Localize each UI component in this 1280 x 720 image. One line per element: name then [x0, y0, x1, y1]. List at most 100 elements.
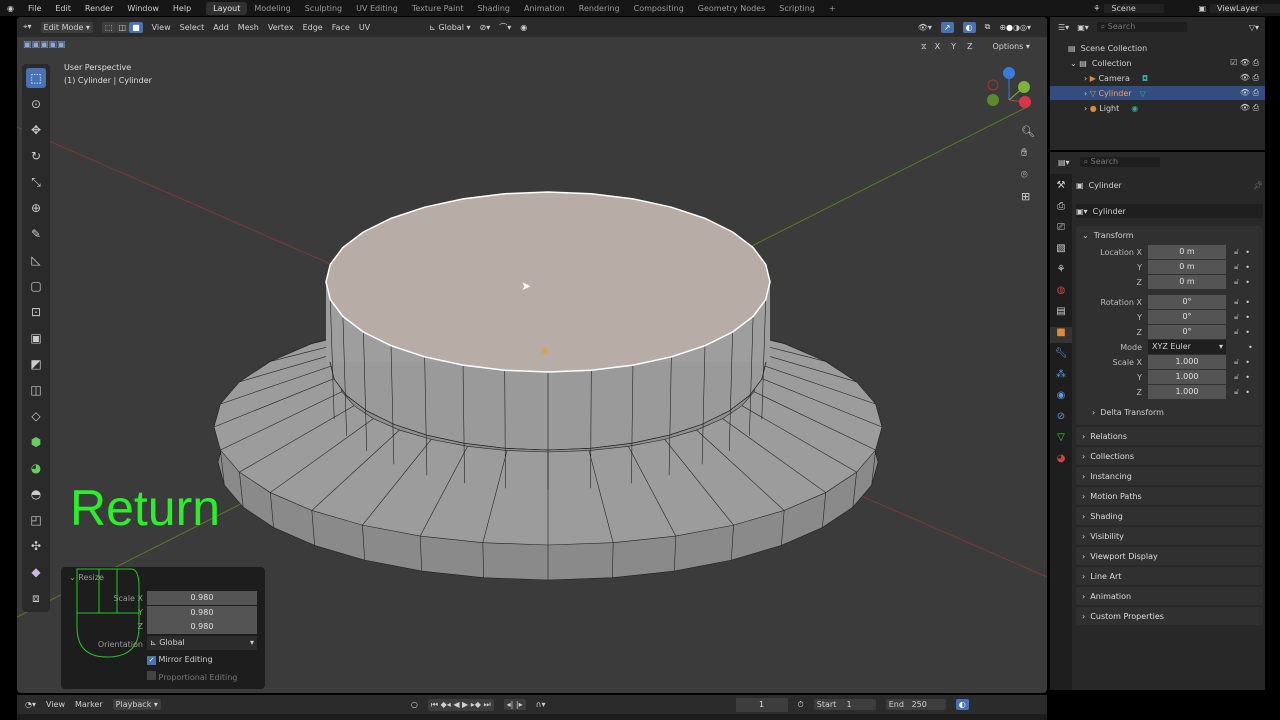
menu-edge[interactable]: Edge	[303, 23, 323, 32]
row-visibility-icons[interactable]: 👁︎ ⎙	[1240, 73, 1265, 83]
keyframe-dot-icon[interactable]: •	[1245, 388, 1250, 397]
row-visibility-icons[interactable]: 👁︎ ⎙	[1240, 88, 1265, 98]
mirror-x[interactable]: X	[931, 41, 944, 52]
transform-value-field[interactable]: 1.000	[1148, 355, 1226, 369]
lock-icon[interactable]: 🔓︎	[1234, 262, 1239, 272]
filter-view-icon[interactable]: ▣▾	[1077, 23, 1089, 32]
transform-value-field[interactable]: 1.000	[1148, 370, 1226, 384]
physics-tab-icon[interactable]: ◉	[1057, 390, 1066, 406]
lock-icon[interactable]: 🔓︎	[1234, 327, 1239, 337]
particles-tab-icon[interactable]: ⁂	[1056, 369, 1066, 385]
keyframe-nav[interactable]: ◂| |▸	[503, 699, 526, 710]
xray-icon[interactable]: ⧉	[985, 22, 991, 32]
rotation-mode-select[interactable]: XYZ Euler ▾	[1148, 340, 1226, 354]
mirror-y[interactable]: Y	[948, 41, 959, 52]
transform-value-field[interactable]: 0 m	[1148, 275, 1226, 289]
tab-rendering[interactable]: Rendering	[572, 4, 627, 13]
panel-header[interactable]: › Collections	[1076, 447, 1263, 465]
timeline-menu-view[interactable]: View	[46, 700, 65, 709]
3d-viewport[interactable]: ✶ ➤ ⌖▾ Edit Mode ▾ ⬚ ◫ ■ View Select Add Me…	[17, 17, 1047, 693]
transform-value-field[interactable]: 0°	[1148, 325, 1226, 339]
scene-tab-icon[interactable]: ⚘	[1057, 264, 1066, 280]
output-tab-icon[interactable]: ⎚	[1057, 222, 1065, 238]
keyframe-dot-icon[interactable]: •	[1245, 373, 1250, 382]
keyframe-dot-icon[interactable]: •	[1245, 328, 1250, 337]
add-workspace-button[interactable]: +	[822, 4, 843, 13]
panel-header[interactable]: › Shading	[1076, 507, 1263, 525]
cursor-icon[interactable]: ⊙	[26, 94, 46, 114]
tab-shading[interactable]: Shading	[470, 4, 517, 13]
overlay-toggle-icon[interactable]: ◐	[962, 21, 976, 33]
auto-keying-icon[interactable]: ○	[411, 700, 418, 709]
collection-row[interactable]: ⌄ ▤ Collection ☑ 👁︎ ⎙	[1050, 56, 1265, 70]
tab-geometry-nodes[interactable]: Geometry Nodes	[691, 4, 772, 13]
pin-icon[interactable]: 📌︎	[1253, 181, 1263, 190]
tab-sculpting[interactable]: Sculpting	[298, 4, 349, 13]
material-tab-icon[interactable]: ◕	[1057, 453, 1066, 469]
view-layer-icon[interactable]: ▣	[1194, 4, 1210, 13]
tab-compositing[interactable]: Compositing	[627, 4, 691, 13]
menu-render[interactable]: Render	[78, 4, 120, 13]
lock-icon[interactable]: 🔓︎	[1234, 297, 1239, 307]
editor-type-icon[interactable]: ⌖▾	[23, 22, 32, 32]
mode-dropdown[interactable]: Edit Mode ▾	[40, 21, 93, 33]
mirror-editing-checkbox[interactable]: ✓ Mirror Editing	[147, 655, 213, 665]
modifier-tab-icon[interactable]: 🔧︎	[1055, 348, 1068, 364]
panel-header[interactable]: › Viewport Display	[1076, 547, 1263, 565]
lock-icon[interactable]: 🔓︎	[1234, 247, 1239, 257]
filter-icon[interactable]: ▽▾	[1249, 23, 1265, 32]
panel-header[interactable]: › Instancing	[1076, 467, 1263, 485]
properties-search[interactable]: ⌕ Search	[1079, 157, 1160, 167]
orientation-select[interactable]: ⊾ Global ▾	[147, 636, 257, 650]
shear-icon[interactable]: ◆	[26, 562, 46, 582]
sync-icon[interactable]: ◐	[955, 699, 969, 710]
object-name-field[interactable]: ▣▾ Cylinder	[1076, 204, 1263, 218]
end-frame-field[interactable]: End 250	[885, 699, 946, 710]
camera-view-icon[interactable]: ⌾	[1021, 168, 1035, 182]
tab-layout[interactable]: Layout	[206, 1, 248, 15]
keyframe-dot-icon[interactable]: •	[1245, 358, 1250, 367]
timeline-menu-marker[interactable]: Marker	[75, 700, 103, 709]
current-frame-field[interactable]: 1	[735, 697, 788, 712]
transform-value-field[interactable]: 1.000	[1148, 385, 1226, 399]
object-tab-icon[interactable]: ■	[1050, 327, 1072, 343]
panel-header[interactable]: › Visibility	[1076, 527, 1263, 545]
face-select-icon[interactable]: ■	[129, 21, 143, 33]
scale-z-field[interactable]: 0.980	[147, 620, 257, 634]
vertex-select-icon[interactable]: ⬚	[101, 21, 116, 33]
proportional-icon[interactable]: ◉	[520, 23, 527, 32]
scale-x-field[interactable]: 0.980	[147, 591, 257, 605]
gizmo-toggle-icon[interactable]: ↗	[940, 21, 954, 33]
rotate-icon[interactable]: ↻	[26, 146, 46, 166]
transform-value-field[interactable]: 0 m	[1148, 260, 1226, 274]
lock-icon[interactable]: 🔓︎	[1234, 372, 1239, 382]
keyframe-dot-icon[interactable]: •	[1245, 248, 1250, 257]
rip-icon[interactable]: ⧈	[26, 588, 46, 608]
row-visibility-icons[interactable]: 👁︎ ⎙	[1240, 103, 1265, 113]
options-dropdown[interactable]: Options ▾	[992, 42, 1029, 51]
outliner-search[interactable]: ⌕ Search	[1096, 22, 1187, 32]
scale-y-field[interactable]: 0.980	[147, 606, 257, 620]
outliner-item-camera[interactable]: › ▶ Camera ◘ 👁︎ ⎙	[1050, 71, 1265, 85]
smooth-icon[interactable]: ◓	[26, 484, 46, 504]
menu-file[interactable]: File	[21, 4, 48, 13]
stopwatch-icon[interactable]: ⏱	[798, 700, 804, 710]
keyframe-dot-icon[interactable]: •	[1248, 343, 1253, 352]
keyframe-dot-icon[interactable]: •	[1245, 298, 1250, 307]
snap-icon[interactable]: ⌒▾	[499, 22, 511, 33]
mirror-z[interactable]: Z	[964, 41, 976, 52]
panel-header[interactable]: › Animation	[1076, 587, 1263, 605]
ortho-grid-icon[interactable]: ⊞	[1021, 190, 1035, 203]
menu-window[interactable]: Window	[120, 4, 166, 13]
panel-header[interactable]: › Line Art	[1076, 567, 1263, 585]
world-tab-icon[interactable]: ◍	[1057, 285, 1066, 301]
collection-tab-icon[interactable]: ▤	[1056, 306, 1065, 322]
menu-help[interactable]: Help	[166, 4, 198, 13]
constraints-tab-icon[interactable]: ⊘	[1057, 411, 1065, 427]
knife-icon[interactable]: ◇	[26, 406, 46, 426]
lock-icon[interactable]: 🔓︎	[1234, 277, 1239, 287]
add-cube-icon[interactable]: ▢	[26, 276, 46, 296]
tool-tab-icon[interactable]: ⚒	[1057, 180, 1066, 196]
transform-value-field[interactable]: 0 m	[1148, 245, 1226, 259]
select-mode-buttons[interactable]: ⬚ ◫ ■	[101, 21, 143, 33]
